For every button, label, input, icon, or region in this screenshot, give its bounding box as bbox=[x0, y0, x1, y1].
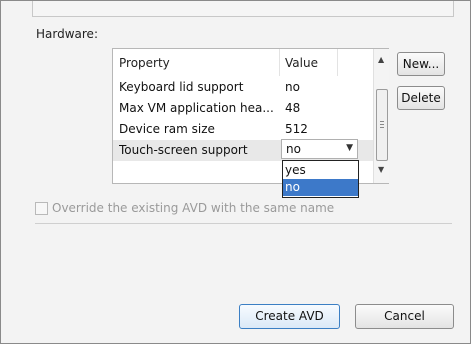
property-cell: Touch-screen support bbox=[119, 143, 248, 157]
table-row[interactable]: Device ram size 512 bbox=[113, 119, 373, 140]
property-cell: Device ram size bbox=[119, 122, 215, 136]
combo-value: no bbox=[286, 142, 301, 156]
option-label: no bbox=[285, 180, 300, 194]
grip-line bbox=[380, 121, 384, 122]
option-label: yes bbox=[285, 163, 306, 177]
create-avd-button[interactable]: Create AVD bbox=[239, 304, 340, 329]
property-cell: Max VM application hea... bbox=[119, 101, 274, 115]
dropdown-option-yes[interactable]: yes bbox=[283, 162, 358, 179]
vertical-scrollbar[interactable]: ▲ ▼ bbox=[373, 49, 389, 183]
column-divider bbox=[337, 49, 338, 76]
value-combo-editor[interactable]: no ▼ bbox=[281, 139, 358, 159]
scrollbar-thumb[interactable] bbox=[376, 89, 388, 161]
column-header-value[interactable]: Value bbox=[285, 56, 318, 70]
property-cell: Keyboard lid support bbox=[119, 80, 244, 94]
cancel-button[interactable]: Cancel bbox=[355, 304, 454, 329]
table-row[interactable]: Keyboard lid support no bbox=[113, 77, 373, 98]
value-cell[interactable]: 48 bbox=[285, 101, 337, 115]
value-dropdown-list: yes no bbox=[282, 160, 359, 198]
scroll-down-arrow-icon[interactable]: ▼ bbox=[378, 165, 384, 174]
dropdown-option-no[interactable]: no bbox=[283, 179, 358, 196]
grip-line bbox=[380, 124, 384, 125]
column-divider bbox=[279, 49, 280, 76]
delete-property-button[interactable]: Delete bbox=[397, 86, 445, 110]
override-checkbox[interactable] bbox=[35, 202, 48, 215]
new-property-button[interactable]: New... bbox=[397, 52, 445, 76]
scroll-up-arrow-icon[interactable]: ▲ bbox=[378, 55, 384, 64]
grip-line bbox=[380, 127, 384, 128]
value-cell[interactable]: 512 bbox=[285, 122, 337, 136]
target-panel bbox=[32, 1, 454, 17]
override-checkbox-label: Override the existing AVD with the same … bbox=[52, 201, 335, 215]
column-header-property[interactable]: Property bbox=[119, 56, 170, 70]
value-cell[interactable]: no bbox=[285, 80, 337, 94]
table-row[interactable]: Max VM application hea... 48 bbox=[113, 98, 373, 119]
divider bbox=[35, 223, 452, 224]
chevron-down-icon[interactable]: ▼ bbox=[346, 143, 353, 153]
hardware-label: Hardware: bbox=[36, 27, 98, 41]
table-header: Property Value bbox=[113, 49, 373, 76]
create-avd-dialog: Hardware: Property Value Keyboard lid su… bbox=[0, 0, 471, 344]
